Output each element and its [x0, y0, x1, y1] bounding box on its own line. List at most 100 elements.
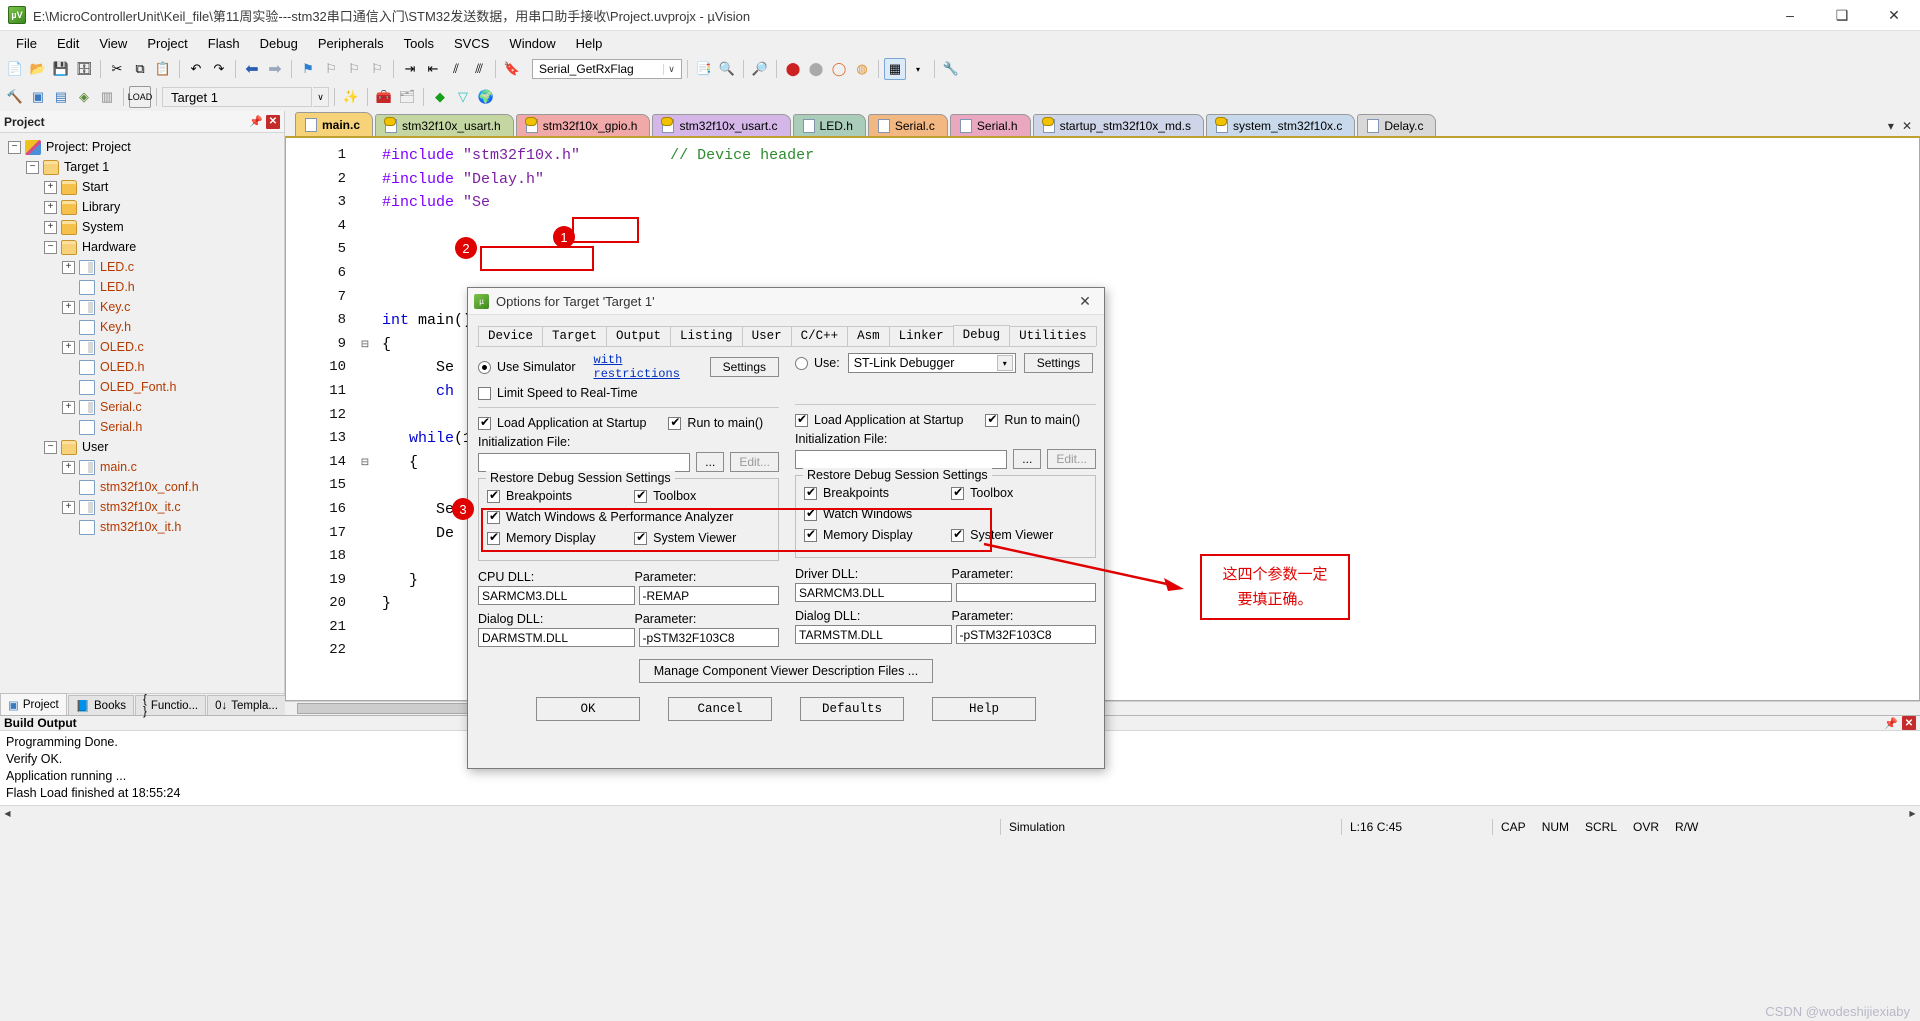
tree-item-target1[interactable]: − Target 1	[0, 157, 284, 177]
close-icon[interactable]: ✕	[1902, 716, 1916, 730]
tree-item-key-c[interactable]: + Key.c	[0, 297, 284, 317]
expander-icon[interactable]: −	[8, 140, 21, 154]
breakpoints-checkbox[interactable]	[487, 488, 500, 503]
new-file-icon[interactable]: 📄	[4, 58, 26, 80]
bookmark-clear-icon[interactable]: ⚐	[366, 58, 388, 80]
defaults-button[interactable]: Defaults	[800, 697, 904, 721]
menu-window[interactable]: Window	[499, 33, 565, 54]
editor-tab-serial-c[interactable]: Serial.c	[867, 114, 948, 136]
menu-view[interactable]: View	[89, 33, 137, 54]
configure-icon[interactable]: 🔧	[940, 58, 962, 80]
init-file-input-right[interactable]	[795, 449, 1008, 469]
target-chevron-down-icon[interactable]: ∨	[313, 87, 329, 107]
book1-icon[interactable]: ◆	[429, 86, 451, 108]
dialog-close-icon[interactable]: ✕	[1072, 290, 1098, 312]
bookmark-toggle-icon[interactable]: ⚑	[297, 58, 319, 80]
editor-tab-system-c[interactable]: system_stm32f10x.c	[1205, 114, 1356, 136]
chevron-down-icon[interactable]: ∨	[663, 63, 679, 75]
expander-icon[interactable]: +	[62, 400, 75, 414]
fold-toggle-icon[interactable]: ⊟	[356, 333, 374, 357]
cpu-dll-input[interactable]: SARMCM3.DLL	[478, 586, 635, 605]
expander-icon[interactable]: +	[62, 500, 75, 514]
expander-icon[interactable]: +	[62, 300, 75, 314]
dialog-tab-user[interactable]: User	[741, 326, 792, 346]
scroll-right-icon[interactable]: ▶	[1905, 806, 1920, 820]
init-file-browse-button-left[interactable]: ...	[696, 452, 725, 472]
load-application-checkbox[interactable]	[478, 415, 491, 430]
tree-item-system[interactable]: + System	[0, 217, 284, 237]
menu-file[interactable]: File	[6, 33, 47, 54]
cancel-button[interactable]: Cancel	[668, 697, 772, 721]
dialog-tab-target[interactable]: Target	[542, 326, 608, 346]
editor-tab-main-c[interactable]: main.c	[295, 112, 374, 136]
system-viewer-checkbox[interactable]	[634, 530, 648, 545]
bookmark-prev-icon[interactable]: ⚐	[320, 58, 342, 80]
dialog-parameter-input-right[interactable]: -pSTM32F103C8	[955, 625, 1096, 644]
editor-tab-serial-h[interactable]: Serial.h	[949, 114, 1031, 136]
code-fold-column[interactable]: ⊟ ⊟	[356, 138, 374, 700]
editor-tab-stm32f10x-gpio-h[interactable]: stm32f10x_gpio.h	[515, 114, 651, 136]
open-file-icon[interactable]: 📂	[27, 58, 49, 80]
simulator-settings-button[interactable]: Settings	[709, 357, 779, 377]
bookmark-next-icon[interactable]: ⚐	[343, 58, 365, 80]
close-button[interactable]: ✕	[1868, 0, 1920, 31]
driver-dll-input[interactable]: SARMCM3.DLL	[795, 583, 952, 602]
toolbox-checkbox[interactable]	[634, 488, 648, 503]
expander-icon[interactable]: +	[62, 340, 75, 354]
pin-icon[interactable]: 📌	[249, 115, 263, 129]
rebuild-icon[interactable]: ◈	[73, 86, 95, 108]
dialog-dll-input-left[interactable]: DARMSTM.DLL	[478, 628, 635, 647]
tree-item-oled-h[interactable]: OLED.h	[0, 357, 284, 377]
book2-icon[interactable]: ▽	[452, 86, 474, 108]
options-target-icon[interactable]: ✨	[340, 86, 362, 108]
paste-icon[interactable]: 📋	[152, 58, 174, 80]
editor-tab-led-h[interactable]: LED.h	[792, 114, 866, 136]
target-selector[interactable]: Target 1	[162, 87, 312, 107]
toolbox-checkbox[interactable]	[951, 485, 965, 500]
breakpoints-checkbox[interactable]	[804, 485, 817, 500]
expander-icon[interactable]: +	[62, 260, 75, 274]
tree-item-stm32f10x-it-h[interactable]: stm32f10x_it.h	[0, 517, 284, 537]
outdent-icon[interactable]: ⇤	[422, 58, 444, 80]
tree-item-start[interactable]: + Start	[0, 177, 284, 197]
tree-item-main-c[interactable]: + main.c	[0, 457, 284, 477]
options-for-target-dialog[interactable]: µ Options for Target 'Target 1' ✕ Device…	[467, 287, 1105, 769]
build-icon[interactable]: 🔨	[4, 86, 26, 108]
uncomment-icon[interactable]: ⫻	[468, 58, 490, 80]
memory-display-checkbox[interactable]	[487, 530, 500, 545]
stop-icon[interactable]: ⬤	[805, 58, 827, 80]
book3-icon[interactable]: 🌍	[475, 86, 497, 108]
fold-toggle-icon[interactable]: ⊟	[356, 451, 374, 475]
dialog-tab-output[interactable]: Output	[606, 326, 672, 346]
tab-books[interactable]: 📘 Books	[67, 695, 134, 715]
tree-item-hardware[interactable]: − Hardware	[0, 237, 284, 257]
translate-icon[interactable]: ▣	[27, 86, 49, 108]
bubble1-icon[interactable]: ◯	[828, 58, 850, 80]
dialog-tab-c-cpp[interactable]: C/C++	[790, 326, 849, 346]
search-input[interactable]: Serial_GetRxFlag	[539, 62, 634, 76]
run-to-main-checkbox[interactable]	[985, 412, 999, 427]
save-icon[interactable]: 💾	[50, 58, 72, 80]
expander-icon[interactable]: −	[44, 440, 57, 454]
expander-icon[interactable]: −	[26, 160, 39, 174]
use-simulator-radio[interactable]	[478, 360, 491, 374]
tree-item-oled-c[interactable]: + OLED.c	[0, 337, 284, 357]
editor-tab-startup-s[interactable]: startup_stm32f10x_md.s	[1032, 114, 1204, 136]
menu-project[interactable]: Project	[137, 33, 197, 54]
help-button[interactable]: Help	[932, 697, 1036, 721]
find-next-icon[interactable]: 🔍	[716, 58, 738, 80]
dialog-tab-linker[interactable]: Linker	[888, 326, 954, 346]
pin-icon[interactable]: 📌	[1884, 716, 1898, 730]
menu-help[interactable]: Help	[566, 33, 613, 54]
tab-functions[interactable]: { } Functio...	[134, 694, 207, 718]
memory-display-checkbox[interactable]	[804, 527, 817, 542]
tree-item-serial-c[interactable]: + Serial.c	[0, 397, 284, 417]
tab-close-icon[interactable]: ✕	[1902, 119, 1912, 133]
bubble2-icon[interactable]: ◍	[851, 58, 873, 80]
debug-start-icon[interactable]: ⬤	[782, 58, 804, 80]
browse-icon[interactable]: 📑	[693, 58, 715, 80]
minimize-button[interactable]: –	[1764, 0, 1816, 31]
tab-list-chevron-down-icon[interactable]: ▾	[1888, 119, 1894, 133]
manage-runtime-icon[interactable]: 🧰	[373, 86, 395, 108]
menu-debug[interactable]: Debug	[250, 33, 308, 54]
